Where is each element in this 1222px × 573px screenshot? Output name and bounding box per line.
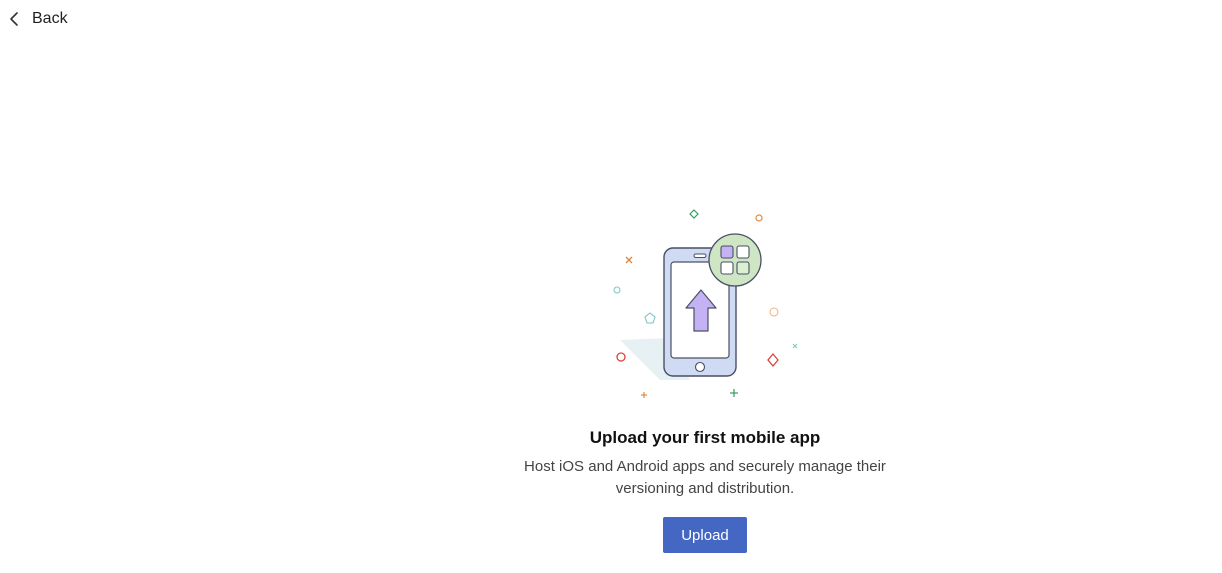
chevron-left-icon xyxy=(10,12,18,26)
phone-speaker xyxy=(693,253,707,258)
upload-button[interactable]: Upload xyxy=(663,517,747,553)
description-line-2: versioning and distribution. xyxy=(615,480,795,497)
app-tile-3 xyxy=(720,261,734,275)
circle-peach-deco xyxy=(769,307,779,317)
phone-upload-illustration xyxy=(613,209,798,398)
cross-teal-deco xyxy=(792,343,798,349)
phone-home-button xyxy=(694,361,706,373)
plus-green-deco xyxy=(730,389,738,397)
circle-teal-deco xyxy=(613,286,621,294)
empty-state-title: Upload your first mobile app xyxy=(589,428,821,447)
circle-red-deco xyxy=(616,352,626,362)
app-tile-2 xyxy=(736,245,750,259)
page: Back Upload your first mobile app Host i… xyxy=(0,0,1222,573)
star-teal-deco xyxy=(644,312,656,324)
diamond-red-deco xyxy=(767,352,779,368)
plus-orange-deco xyxy=(641,392,647,398)
apps-grid-icon xyxy=(708,233,762,287)
description-line-1: Host iOS and Android apps and securely m… xyxy=(524,458,886,475)
diamond-green-deco xyxy=(689,209,699,219)
circle-orange-deco xyxy=(755,214,763,222)
empty-state-description: Host iOS and Android apps and securely m… xyxy=(0,456,1222,500)
cross-orange-deco xyxy=(625,256,633,264)
app-tile-1 xyxy=(720,245,734,259)
back-link[interactable]: Back xyxy=(6,7,68,31)
back-label: Back xyxy=(32,10,68,27)
app-tile-4 xyxy=(736,261,750,275)
